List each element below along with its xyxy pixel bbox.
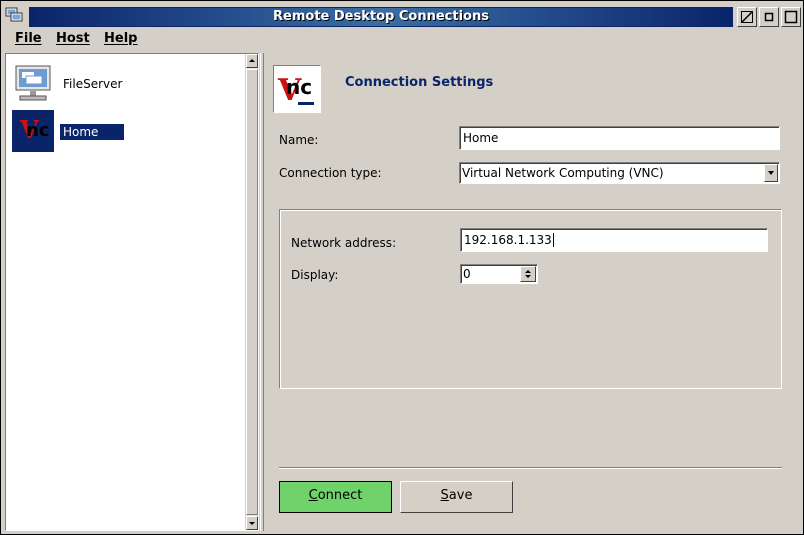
divider: [279, 467, 782, 469]
connect-button-label: onnect: [317, 488, 363, 503]
network-address-value: 192.168.1.133: [464, 233, 552, 247]
name-label: Name:: [279, 133, 319, 147]
connection-type-select[interactable]: Virtual Network Computing (VNC): [459, 162, 780, 184]
text-cursor: [552, 233, 554, 247]
menu-host[interactable]: Host: [54, 31, 92, 46]
app-window: Remote Desktop Connections File Host Hel…: [0, 0, 804, 535]
network-address-field[interactable]: 192.168.1.133: [460, 228, 768, 252]
spinner-arrows-icon[interactable]: [520, 266, 536, 282]
restore-icon[interactable]: [759, 7, 779, 27]
host-list: FileServer V nc Home: [6, 54, 246, 530]
computer-icon: [12, 62, 54, 104]
svg-text:nc: nc: [286, 75, 312, 99]
menu-help[interactable]: Help: [102, 31, 139, 46]
connect-button[interactable]: Connect: [279, 481, 392, 513]
svg-text:nc: nc: [26, 120, 49, 141]
connection-details-group: Network address: 192.168.1.133 Display: …: [279, 209, 782, 389]
connection-type-label: Connection type:: [279, 166, 382, 180]
network-address-label: Network address:: [291, 236, 397, 250]
settings-pane: V nc Connection Settings Name: Home Conn…: [267, 53, 799, 531]
host-label-fileserver: FileServer: [63, 77, 123, 91]
host-list-pane: FileServer V nc Home: [5, 53, 259, 531]
host-item-home[interactable]: V nc Home: [12, 110, 242, 154]
display-value: 0: [463, 267, 471, 281]
display-label: Display:: [291, 268, 339, 282]
scroll-up-icon[interactable]: [246, 54, 258, 68]
save-button-label: ave: [448, 488, 473, 503]
maximize-icon[interactable]: [781, 7, 801, 27]
host-list-scrollbar[interactable]: [245, 54, 258, 530]
save-button-mnemonic: S: [440, 488, 449, 503]
vnc-icon: V nc: [273, 65, 321, 113]
scroll-thumb[interactable]: [246, 69, 258, 515]
menu-file[interactable]: File: [13, 31, 44, 46]
minimize-icon[interactable]: [737, 7, 757, 27]
name-field[interactable]: Home: [459, 126, 780, 150]
save-button[interactable]: Save: [400, 481, 513, 513]
settings-title: Connection Settings: [345, 75, 494, 90]
scroll-down-icon[interactable]: [246, 516, 258, 530]
vnc-icon: V nc: [12, 110, 54, 152]
display-spinner[interactable]: 0: [460, 264, 538, 284]
window-title: Remote Desktop Connections: [29, 7, 733, 27]
connection-type-value: Virtual Network Computing (VNC): [462, 166, 664, 180]
chevron-down-icon[interactable]: [764, 164, 778, 182]
menu-bar: File Host Help: [1, 29, 803, 51]
remote-desktop-icon[interactable]: [5, 7, 23, 23]
pane-splitter[interactable]: [260, 53, 264, 531]
host-label-home: Home: [60, 124, 124, 140]
host-item-fileserver[interactable]: FileServer: [12, 62, 242, 106]
title-bar[interactable]: Remote Desktop Connections: [1, 1, 803, 29]
connect-button-mnemonic: C: [308, 488, 318, 503]
